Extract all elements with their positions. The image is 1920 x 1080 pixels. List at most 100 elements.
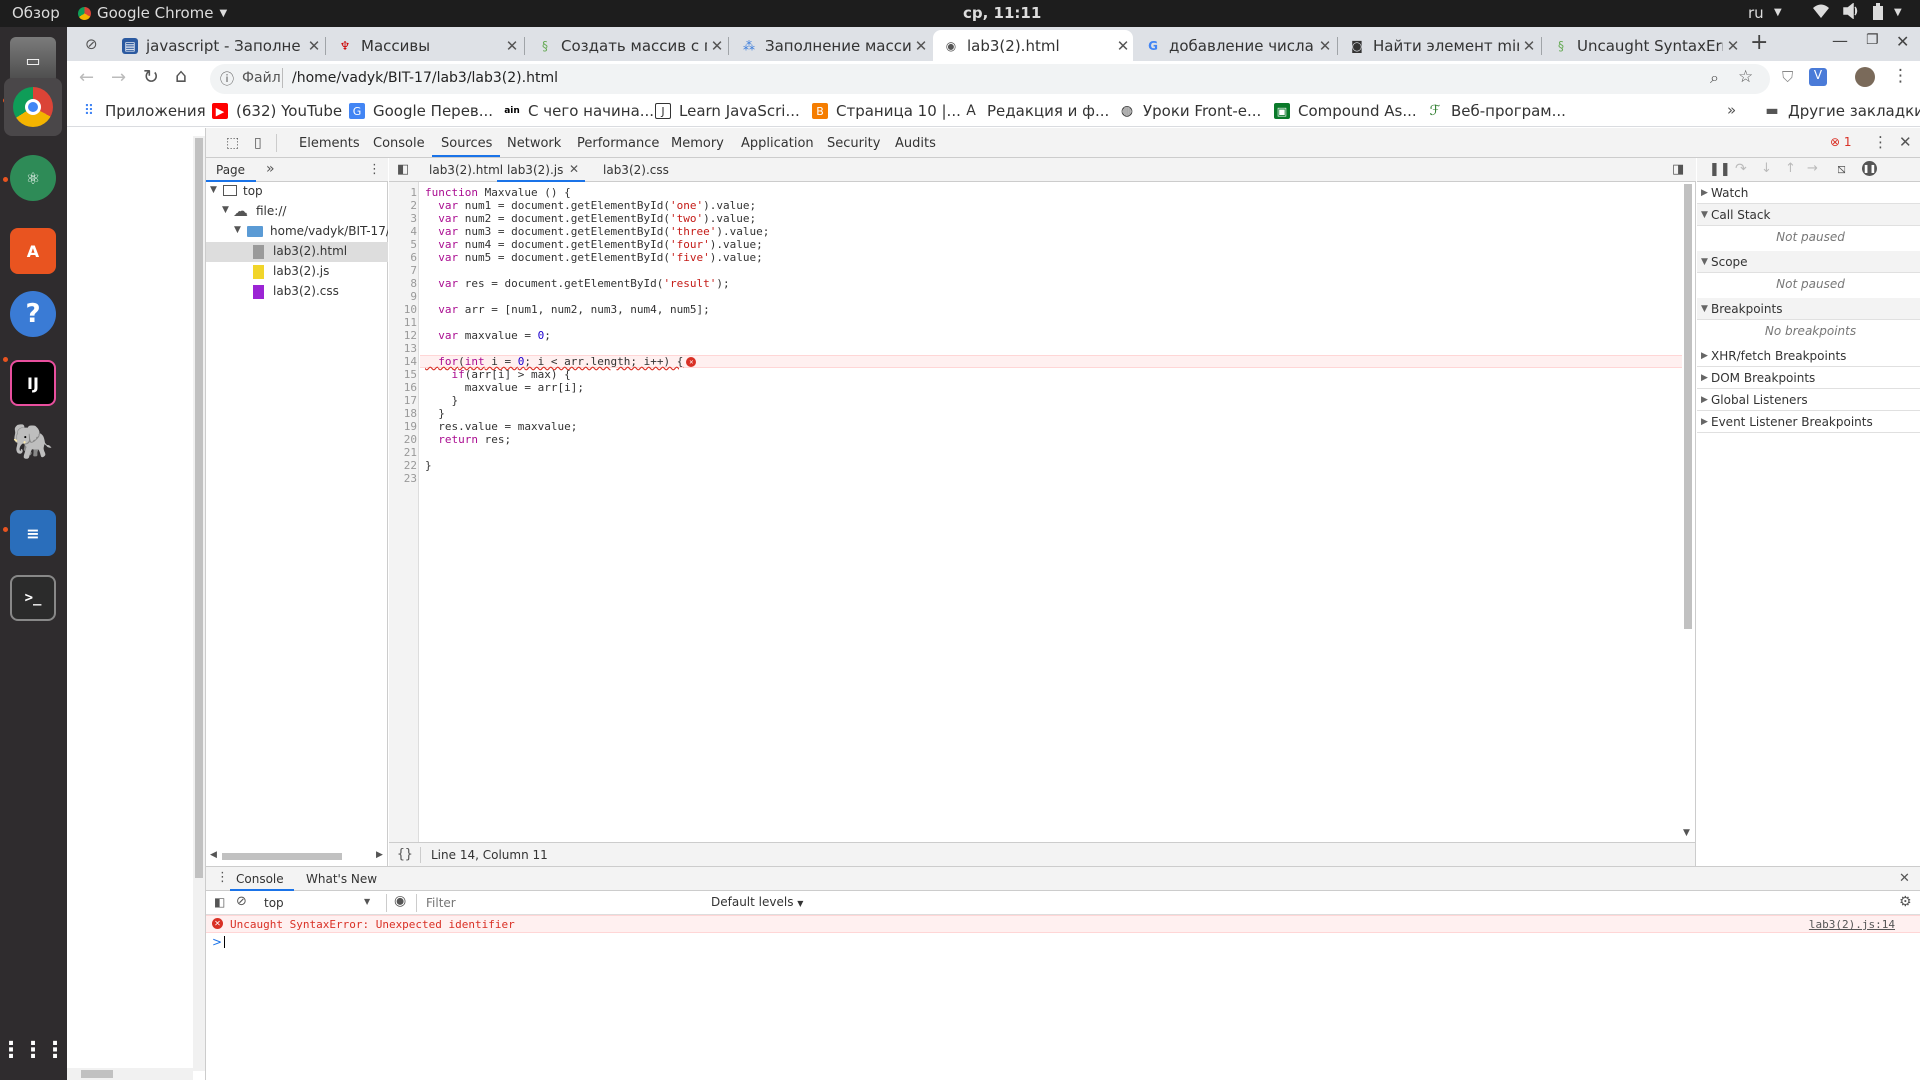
line-number[interactable]: 12 xyxy=(379,329,417,342)
eye-icon[interactable]: ◉ xyxy=(394,893,406,909)
toggle-navigator-icon[interactable]: ◧ xyxy=(397,162,409,177)
new-tab-button[interactable]: + xyxy=(1750,30,1768,55)
chrome-dock-icon[interactable] xyxy=(4,78,62,136)
console-sidebar-icon[interactable]: ◧ xyxy=(214,895,225,909)
gear-icon[interactable]: ⚙ xyxy=(1899,894,1912,910)
tab-2[interactable]: ♆ Массивы ✕ xyxy=(327,30,522,61)
error-count-badge[interactable]: ⊗ 1 xyxy=(1830,135,1852,149)
incognito-globe-icon[interactable]: ⊘ xyxy=(85,35,98,53)
close-icon[interactable]: ✕ xyxy=(304,37,324,55)
console-filter-input[interactable] xyxy=(426,894,704,912)
xhr-section[interactable]: ▶ XHR/fetch Breakpoints xyxy=(1697,345,1920,367)
code-line[interactable]: var num5 = document.getElementById('five… xyxy=(425,251,763,264)
bookmark-frontend[interactable]: ◍ Уроки Front-e... xyxy=(1119,102,1261,120)
code-line[interactable]: var num4 = document.getElementById('four… xyxy=(425,238,763,251)
code-line[interactable]: if(arr[i] > max) { xyxy=(425,368,571,381)
terminal-icon[interactable]: >_ xyxy=(10,575,56,621)
editor-scrollbar[interactable]: ▼ xyxy=(1683,182,1693,842)
tab-1[interactable]: ▤ javascript - Заполне ✕ xyxy=(112,30,324,61)
close-icon[interactable]: ✕ xyxy=(707,37,727,55)
pretty-print-icon[interactable]: {} xyxy=(397,847,413,862)
line-number[interactable]: 7 xyxy=(379,264,417,277)
code-line[interactable]: var arr = [num1, num2, num3, num4, num5]… xyxy=(425,303,710,316)
device-toolbar-icon[interactable]: ▯ xyxy=(254,135,262,151)
step-out-icon[interactable]: ↑ xyxy=(1785,161,1796,176)
line-number[interactable]: 16 xyxy=(379,381,417,394)
line-number[interactable]: 11 xyxy=(379,316,417,329)
event-listener-section[interactable]: ▶ Event Listener Breakpoints xyxy=(1697,411,1920,433)
deactivate-breakpoints-icon[interactable]: ⧅ xyxy=(1837,161,1846,177)
code-line[interactable]: } xyxy=(425,459,432,472)
bookmark-redaction[interactable]: A Редакция и ф... xyxy=(963,102,1109,120)
close-icon[interactable]: ✕ xyxy=(502,37,522,55)
vpn-extension-icon[interactable]: V xyxy=(1809,68,1827,86)
tab-memory[interactable]: Memory xyxy=(671,136,724,151)
scrollbar[interactable] xyxy=(193,136,205,1071)
context-select[interactable]: top ▼ xyxy=(258,893,378,913)
line-number[interactable]: 15 xyxy=(379,368,417,381)
navigator-h-scrollbar[interactable]: ◀ ▶ xyxy=(206,850,388,862)
close-window-button[interactable]: ✕ xyxy=(1896,32,1909,51)
line-number[interactable]: 17 xyxy=(379,394,417,407)
tab-6[interactable]: G добавление числа ✕ xyxy=(1135,30,1335,61)
pause-on-exceptions-icon[interactable]: ❚❚ xyxy=(1862,161,1877,176)
error-marker-icon[interactable]: ✕ xyxy=(686,357,697,367)
code-line[interactable]: var maxvalue = 0; xyxy=(425,329,551,342)
scope-section[interactable]: ▼ Scope xyxy=(1697,251,1920,273)
close-icon[interactable]: ✕ xyxy=(911,37,931,55)
tab-console[interactable]: Console xyxy=(373,136,425,151)
code-line[interactable]: for(int i = 0; i < arr.length; i++) {✕ xyxy=(425,355,697,368)
close-icon[interactable]: ✕ xyxy=(569,162,579,176)
line-number[interactable]: 10 xyxy=(379,303,417,316)
wifi-icon[interactable] xyxy=(1812,3,1830,23)
bookmark-ain[interactable]: ain С чего начина... xyxy=(504,102,654,120)
toggle-debugger-icon[interactable]: ◨ xyxy=(1672,162,1684,177)
postgres-elephant-icon[interactable]: 🐘 xyxy=(10,419,56,465)
writer-document-icon[interactable]: ≡ xyxy=(10,510,56,556)
more-tabs-icon[interactable]: » xyxy=(266,161,275,177)
address-bar[interactable]: ⓘ Файл /home/vadyk/BIT-17/lab3/lab3(2).h… xyxy=(210,64,1770,94)
intellij-icon[interactable]: IJ xyxy=(10,360,56,406)
show-apps-grid-icon[interactable]: ⋮⋮⋮ xyxy=(0,1027,66,1073)
code-editor[interactable]: 1 function Maxvalue () {2 var num1 = docu… xyxy=(389,182,1696,842)
tree-item-top[interactable]: ▼ top xyxy=(206,182,388,202)
drawer-tab-console[interactable]: Console xyxy=(236,872,284,886)
close-drawer-icon[interactable]: ✕ xyxy=(1899,871,1910,886)
file-cabinet-icon[interactable]: ▭ xyxy=(10,37,56,83)
tab-4[interactable]: ⁂ Заполнение масси ✕ xyxy=(731,30,931,61)
tab-security[interactable]: Security xyxy=(827,136,880,151)
battery-icon[interactable] xyxy=(1872,3,1884,25)
tab-sources[interactable]: Sources xyxy=(441,136,492,151)
drawer-menu-icon[interactable]: ⋮ xyxy=(216,870,229,885)
call-stack-section[interactable]: ▼ Call Stack xyxy=(1697,204,1920,226)
chevron-more-icon[interactable]: » xyxy=(1727,101,1736,119)
line-number[interactable]: 21 xyxy=(379,446,417,459)
step-icon[interactable]: → xyxy=(1807,161,1818,176)
activities-button[interactable]: Обзор xyxy=(12,4,60,22)
shield-extension-icon[interactable]: ⛉ xyxy=(1782,68,1793,86)
zoom-icon[interactable]: ⌕ xyxy=(1710,68,1719,88)
kebab-menu-icon[interactable]: ⋮ xyxy=(1892,66,1909,86)
line-number[interactable]: 23 xyxy=(379,472,417,485)
clock[interactable]: ср, 11:11 xyxy=(963,4,1041,22)
pause-icon[interactable]: ❚❚ xyxy=(1709,162,1731,177)
code-line[interactable]: var num1 = document.getElementById('one'… xyxy=(425,199,756,212)
watch-section[interactable]: ▶ Watch xyxy=(1697,182,1920,204)
line-number[interactable]: 3 xyxy=(379,212,417,225)
code-line[interactable]: var num3 = document.getElementById('thre… xyxy=(425,225,769,238)
step-into-icon[interactable]: ↓ xyxy=(1761,161,1772,176)
bookmark-web-prog[interactable]: ℱ Веб-програм... xyxy=(1427,102,1565,120)
tab-audits[interactable]: Audits xyxy=(895,136,936,151)
editor-tab-html[interactable]: lab3(2).html xyxy=(429,163,503,177)
restore-button[interactable]: ❐ xyxy=(1866,32,1879,48)
editor-tab-js[interactable]: lab3(2).js xyxy=(507,163,563,177)
tab-5-active[interactable]: ◉ lab3(2).html ✕ xyxy=(933,30,1133,61)
bookmark-compound[interactable]: ▣ Compound As... xyxy=(1274,102,1417,120)
step-over-icon[interactable]: ↷ xyxy=(1735,161,1747,177)
home-button[interactable]: ⌂ xyxy=(175,65,187,87)
editor-tab-css[interactable]: lab3(2).css xyxy=(603,163,669,177)
line-number[interactable]: 14 xyxy=(379,355,417,368)
bookmark-learn-js[interactable]: J Learn JavaScri... xyxy=(655,102,800,120)
atom-icon[interactable]: ⚛ xyxy=(10,155,56,201)
info-icon[interactable]: ⓘ xyxy=(220,69,234,89)
